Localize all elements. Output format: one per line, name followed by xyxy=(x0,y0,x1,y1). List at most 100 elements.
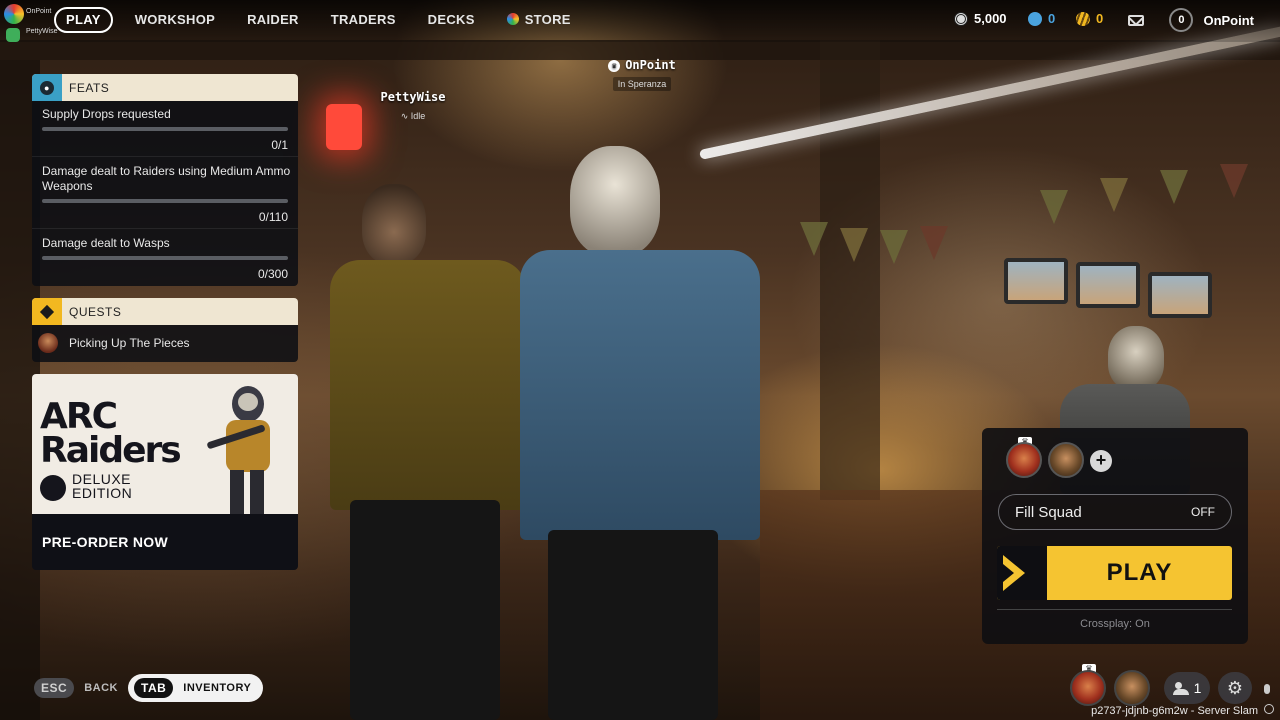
raider-tokens-counter[interactable]: 0 xyxy=(1028,11,1055,26)
raider-tokens-value: 0 xyxy=(1048,11,1056,26)
microphone-icon[interactable] xyxy=(1264,684,1270,694)
feat-progress-bar xyxy=(42,256,288,260)
profile-button[interactable]: 0 OnPoint xyxy=(1169,8,1254,32)
squad-member-avatar[interactable] xyxy=(1006,442,1042,478)
fill-squad-value: OFF xyxy=(1191,505,1215,519)
feats-header[interactable]: ● FEATS xyxy=(32,74,298,101)
feats-list: Supply Drops requested 0/1 Damage dealt … xyxy=(32,101,298,286)
server-id: p2737-jdjnb-g6m2w - Server Slam xyxy=(1091,705,1258,717)
bunting-flag xyxy=(920,226,948,260)
fill-squad-toggle[interactable]: Fill Squad OFF xyxy=(998,494,1232,530)
ceiling-beam xyxy=(0,40,1280,60)
nav-raider[interactable]: RAIDER xyxy=(231,7,315,33)
feat-progress-count: 0/1 xyxy=(271,138,288,152)
nav-play[interactable]: PLAY xyxy=(54,7,113,33)
feat-item[interactable]: Damage dealt to Wasps 0/300 xyxy=(32,230,298,286)
feat-progress-count: 0/300 xyxy=(257,267,288,281)
inventory-label: INVENTORY xyxy=(183,682,252,694)
bunting-flag xyxy=(880,230,908,264)
promo-edition-line1: DELUXE xyxy=(72,471,132,487)
player-status-text: Idle xyxy=(410,111,426,121)
credits-counter[interactable]: 0 xyxy=(1076,11,1103,26)
deluxe-edition-promo[interactable]: ARC Raiders DELUXE EDITION PRE-ORDER NOW xyxy=(32,374,298,570)
profile-name: OnPoint xyxy=(1203,12,1254,28)
settings-button[interactable]: ⚙ xyxy=(1218,672,1252,704)
credits-icon xyxy=(1076,11,1090,26)
bunting-flag xyxy=(840,228,868,262)
feats-title: FEATS xyxy=(69,80,110,95)
bunting-flag xyxy=(800,222,828,256)
player-name: PettyWise xyxy=(380,90,446,104)
edition-emblem-icon xyxy=(40,475,66,501)
play-label: PLAY xyxy=(1106,559,1173,586)
promo-title-line1: ARC xyxy=(40,396,118,437)
top-navigation-bar: OnPoint PettyWise PLAY WORKSHOP RAIDER T… xyxy=(0,0,1280,42)
play-chevron-inner xyxy=(1003,564,1014,582)
voice-chat-icon xyxy=(6,28,20,42)
coins-icon xyxy=(954,11,968,26)
quests-title: QUESTS xyxy=(69,304,122,319)
party-logo-icon xyxy=(4,4,24,24)
crossplay-status: Crossplay: On xyxy=(1080,618,1150,630)
quests-icon xyxy=(39,304,55,319)
friends-count: 1 xyxy=(1193,680,1202,696)
quests-list: Picking Up The Pieces xyxy=(32,325,298,362)
feats-badge: ● xyxy=(32,74,62,101)
esc-key: ESC xyxy=(34,678,75,698)
party-indicator xyxy=(4,4,26,42)
coins-counter[interactable]: 5,000 xyxy=(954,11,1007,26)
promo-title-line2: Raiders xyxy=(40,430,182,471)
feat-name: Damage dealt to Raiders using Medium Amm… xyxy=(42,164,291,193)
bunting-flag xyxy=(1220,164,1248,198)
pre-order-button[interactable]: PRE-ORDER NOW xyxy=(42,534,168,550)
party-member-avatar[interactable] xyxy=(1070,670,1106,706)
monitor-screen xyxy=(1076,262,1140,308)
red-lamp xyxy=(326,104,362,150)
quests-badge xyxy=(32,298,62,325)
feats-icon: ● xyxy=(40,80,54,95)
network-icon xyxy=(1264,704,1274,714)
nav-workshop[interactable]: WORKSHOP xyxy=(119,7,231,33)
feat-progress-bar xyxy=(42,199,288,203)
promo-edition: DELUXE EDITION xyxy=(72,472,132,500)
feat-item[interactable]: Damage dealt to Raiders using Medium Amm… xyxy=(32,158,298,229)
quest-item[interactable]: Picking Up The Pieces xyxy=(32,325,298,361)
fill-squad-label: Fill Squad xyxy=(1015,503,1082,521)
support-pillar xyxy=(820,40,880,500)
player-nameplate: PettyWise ∿ Idle xyxy=(370,90,456,124)
back-hint[interactable]: ESC BACK xyxy=(34,674,118,702)
squad-member-avatar[interactable] xyxy=(1048,442,1084,478)
quests-header[interactable]: QUESTS xyxy=(32,298,298,325)
player-name-row: ♛ OnPoint xyxy=(584,58,700,72)
friends-button[interactable]: 1 xyxy=(1164,672,1210,704)
mail-icon[interactable] xyxy=(1128,15,1144,26)
raider-tokens-icon xyxy=(1028,11,1042,26)
play-arrow-icon xyxy=(997,546,1047,600)
bunting-flag xyxy=(1100,178,1128,212)
nav-decks[interactable]: DECKS xyxy=(412,7,491,33)
feat-item[interactable]: Supply Drops requested 0/1 xyxy=(32,101,298,157)
friends-icon xyxy=(1172,682,1189,695)
promo-edition-line2: EDITION xyxy=(72,485,133,501)
invite-player-button[interactable]: + xyxy=(1090,450,1112,472)
inventory-button[interactable]: TAB INVENTORY xyxy=(128,674,264,702)
nav-store[interactable]: STORE xyxy=(491,7,587,33)
promo-game-logo: ARC Raiders xyxy=(40,396,182,471)
bunting-flag xyxy=(1040,190,1068,224)
feat-name: Damage dealt to Wasps xyxy=(42,236,170,250)
player-name: OnPoint xyxy=(625,58,676,72)
credits-value: 0 xyxy=(1096,11,1104,26)
party-member-avatar[interactable] xyxy=(1114,670,1150,706)
store-logo-icon xyxy=(506,13,519,25)
nav-traders[interactable]: TRADERS xyxy=(315,7,412,33)
divider xyxy=(997,609,1232,610)
promo-artwork: ARC Raiders DELUXE EDITION xyxy=(32,374,298,514)
idle-icon: ∿ xyxy=(400,111,411,121)
feat-name: Supply Drops requested xyxy=(42,107,171,121)
monitor-screen xyxy=(1004,258,1068,304)
main-nav: PLAY WORKSHOP RAIDER TRADERS DECKS STORE xyxy=(54,7,587,33)
play-button[interactable]: PLAY xyxy=(997,546,1232,600)
bunting-flag xyxy=(1160,170,1188,204)
feat-progress-count: 0/110 xyxy=(258,210,288,224)
promo-raider-figure xyxy=(207,386,270,514)
